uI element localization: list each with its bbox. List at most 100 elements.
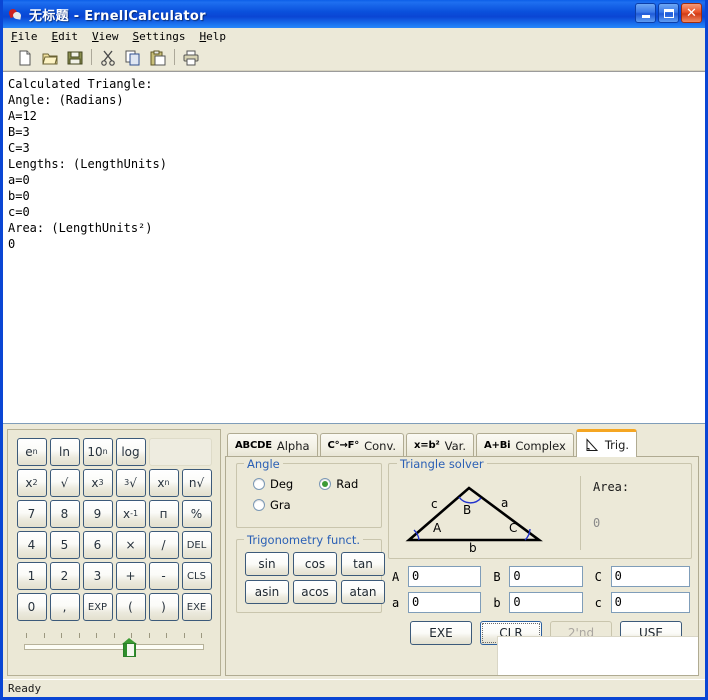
key-pi[interactable]: п (148, 500, 179, 528)
key-2[interactable]: 2 (49, 562, 80, 590)
key-0[interactable]: 0 (16, 593, 47, 621)
key-9[interactable]: 9 (82, 500, 113, 528)
keypad-panel: en ln 10 n log x2 √ x3 3 √ xn n√ 7 8 9 x -1… (7, 429, 221, 676)
key-ln[interactable]: ln (49, 438, 80, 466)
application-window: 无标题 - ErnellCalculator ✕ File Edit View … (0, 0, 708, 700)
precision-slider[interactable] (24, 633, 204, 661)
area-label: Area: (593, 480, 630, 494)
radio-deg[interactable]: Deg (253, 477, 293, 491)
save-icon[interactable] (63, 47, 87, 69)
side-c-input[interactable]: 0 (610, 592, 690, 613)
key-paren-open[interactable]: ( (115, 593, 146, 621)
angle-b-input[interactable]: 0 (509, 566, 583, 587)
tab-alpha[interactable]: ABCDE Alpha (227, 433, 318, 457)
tab-trig[interactable]: Trig. (575, 429, 638, 457)
key-cls[interactable]: CLS (181, 562, 212, 590)
slider-track[interactable] (24, 644, 204, 650)
tab-conv[interactable]: C°→F° Conv. (319, 433, 405, 457)
cut-icon[interactable] (96, 47, 120, 69)
key-8[interactable]: 8 (49, 500, 80, 528)
svg-text:B: B (463, 503, 471, 517)
key-square[interactable]: x2 (16, 469, 47, 497)
key-6[interactable]: 6 (82, 531, 113, 559)
key-1[interactable]: 1 (16, 562, 47, 590)
radio-rad[interactable]: Rad (319, 477, 358, 491)
key-power-n[interactable]: xn (148, 469, 179, 497)
menu-item-view[interactable]: View (92, 30, 119, 43)
key-percent[interactable]: % (181, 500, 212, 528)
key-exp[interactable]: EXP (82, 593, 113, 621)
key-divide[interactable]: / (148, 531, 179, 559)
calculation-output[interactable]: Calculated Triangle: Angle: (Radians) A=… (3, 71, 705, 424)
key-exe[interactable]: EXE (181, 593, 212, 621)
slider-ticks (26, 633, 202, 639)
radio-rad-dot[interactable] (319, 478, 332, 490)
angle-a-input[interactable]: 0 (408, 566, 482, 587)
copy-icon[interactable] (121, 47, 145, 69)
radio-deg-dot[interactable] (253, 478, 265, 490)
key-exp-e[interactable]: en (16, 438, 47, 466)
acos-button[interactable]: acos (293, 580, 337, 604)
key-log[interactable]: log (115, 438, 146, 466)
key-4[interactable]: 4 (16, 531, 47, 559)
tan-button[interactable]: tan (341, 552, 385, 576)
variable-icon: x=b² (414, 440, 440, 451)
tab-alpha-label: Alpha (276, 438, 310, 453)
asin-button[interactable]: asin (245, 580, 289, 604)
key-inverse[interactable]: x -1 (115, 500, 146, 528)
menu-item-help[interactable]: Help (199, 30, 226, 43)
angle-c-input[interactable]: 0 (610, 566, 690, 587)
minimize-button[interactable] (635, 3, 656, 23)
triangle-solver-group: Triangle solver A B C a b c Area: 0 (388, 457, 692, 559)
angles-row: A 0 B 0 C 0 (388, 566, 692, 587)
key-multiply[interactable]: × (115, 531, 146, 559)
window-title: 无标题 - ErnellCalculator (29, 8, 206, 24)
key-comma[interactable]: , (49, 593, 80, 621)
key-cuberoot[interactable]: 3 √ (115, 469, 146, 497)
tab-conv-label: Conv. (364, 438, 397, 453)
key-nth-root[interactable]: n√ (181, 469, 212, 497)
triangle-input-fields: A 0 B 0 C 0 a 0 b 0 c 0 (388, 566, 692, 613)
radio-gra[interactable]: Gra (253, 498, 291, 512)
radio-gra-label: Gra (270, 498, 291, 512)
key-pow10[interactable]: 10 n (82, 438, 113, 466)
paste-icon[interactable] (146, 47, 170, 69)
angle-group: Angle Deg Rad Gra (236, 457, 382, 528)
trig-functions-group: Trigonometry funct. sin cos tan asin aco… (236, 533, 385, 613)
key-cube[interactable]: x3 (82, 469, 113, 497)
radio-deg-label: Deg (270, 477, 294, 491)
side-a-input[interactable]: 0 (408, 592, 482, 613)
key-del[interactable]: DEL (181, 531, 212, 559)
slider-thumb[interactable] (122, 638, 137, 657)
cos-button[interactable]: cos (293, 552, 337, 576)
key-minus[interactable]: - (148, 562, 179, 590)
triangle-diagram: A B C a b c (389, 474, 580, 552)
lower-pane: en ln 10 n log x2 √ x3 3 √ xn n√ 7 8 9 x -1… (3, 424, 705, 679)
key-sqrt[interactable]: √ (49, 469, 80, 497)
key-7[interactable]: 7 (16, 500, 47, 528)
atan-button[interactable]: atan (341, 580, 385, 604)
menu-item-settings[interactable]: Settings (133, 30, 186, 43)
print-icon[interactable] (179, 47, 203, 69)
exe-button[interactable]: EXE (410, 621, 472, 645)
radio-gra-dot[interactable] (253, 499, 265, 511)
tab-complex[interactable]: A+Bi Complex (475, 433, 574, 457)
sin-button[interactable]: sin (245, 552, 289, 576)
key-plus[interactable]: + (115, 562, 146, 590)
area-value: 0 (593, 516, 601, 530)
tab-var[interactable]: x=b² Var. (406, 433, 474, 457)
title-bar: 无标题 - ErnellCalculator ✕ (3, 0, 705, 28)
svg-text:A: A (433, 521, 442, 535)
tab-trig-label: Trig. (604, 437, 630, 452)
side-b-input[interactable]: 0 (509, 592, 583, 613)
key-5[interactable]: 5 (49, 531, 80, 559)
label-side-b: b (493, 595, 501, 610)
menu-item-edit[interactable]: Edit (52, 30, 79, 43)
menu-item-file[interactable]: File (11, 30, 38, 43)
new-icon[interactable] (13, 47, 37, 69)
key-3[interactable]: 3 (82, 562, 113, 590)
key-paren-close[interactable]: ) (148, 593, 179, 621)
maximize-button[interactable] (658, 3, 679, 23)
open-icon[interactable] (38, 47, 62, 69)
close-button[interactable]: ✕ (681, 3, 702, 23)
